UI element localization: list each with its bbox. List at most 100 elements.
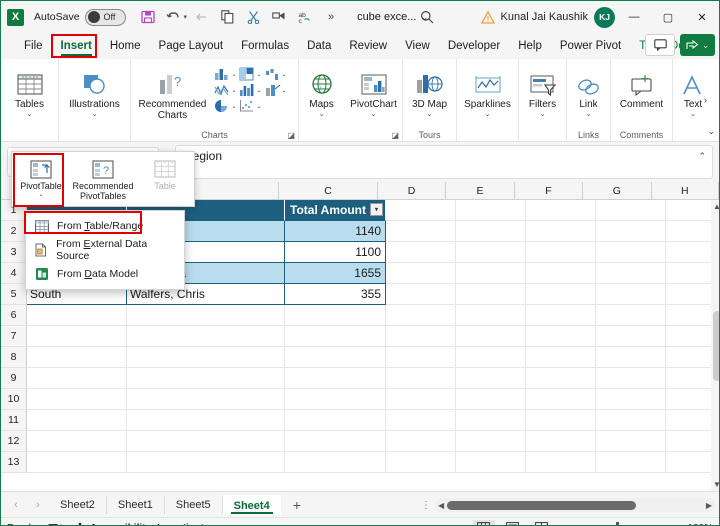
cut-icon[interactable] [241, 5, 265, 29]
cell[interactable] [127, 431, 285, 452]
cell[interactable] [27, 389, 127, 410]
cell[interactable] [526, 242, 596, 263]
scroll-up-icon[interactable]: ▲ [713, 202, 719, 211]
sheet-tab-sheet4[interactable]: Sheet4 [223, 495, 281, 515]
horizontal-scrollbar[interactable]: ◀ ▶ [435, 498, 715, 512]
cell[interactable] [456, 410, 526, 431]
cell[interactable] [526, 410, 596, 431]
sheet-tab-sheet1[interactable]: Sheet1 [107, 496, 165, 514]
chevron-down-icon[interactable]: ⌄ [256, 87, 261, 94]
spelling-icon[interactable]: abc [293, 5, 317, 29]
row-header[interactable]: 13 [1, 452, 27, 473]
cell[interactable] [386, 221, 456, 242]
cell[interactable] [386, 242, 456, 263]
cell[interactable] [285, 347, 386, 368]
cell[interactable] [596, 431, 666, 452]
cell[interactable] [386, 368, 456, 389]
chevron-down-icon[interactable]: ⌄ [282, 71, 287, 78]
tab-file[interactable]: File [15, 37, 52, 55]
zoom-out-button[interactable]: − [560, 521, 567, 526]
page-break-view-button[interactable] [531, 520, 553, 526]
bar-chart-button[interactable]: ⌄ [239, 83, 261, 97]
maximize-button[interactable]: ▢ [651, 1, 685, 33]
tab-view[interactable]: View [396, 37, 439, 55]
cell[interactable] [127, 326, 285, 347]
text-button[interactable]: Text ⌄ [674, 63, 712, 118]
cell[interactable] [526, 452, 596, 473]
copy-icon[interactable] [215, 5, 239, 29]
line-chart-button[interactable]: ⌄ [214, 83, 236, 97]
cell[interactable] [27, 347, 127, 368]
cell[interactable] [27, 305, 127, 326]
filters-button[interactable]: Filters ⌄ [520, 63, 566, 118]
charts-dialog-launcher[interactable]: ◪ [287, 131, 295, 140]
cell[interactable] [596, 305, 666, 326]
scroll-down-icon[interactable]: ▼ [713, 480, 719, 489]
comments-button[interactable] [645, 34, 675, 56]
cell[interactable] [526, 200, 596, 221]
cell[interactable] [27, 452, 127, 473]
cell[interactable] [526, 431, 596, 452]
cell[interactable] [456, 221, 526, 242]
illustrations-button[interactable]: Illustrations ⌄ [61, 63, 129, 118]
cell[interactable] [596, 452, 666, 473]
cell[interactable] [285, 389, 386, 410]
recommended-pivottables-button[interactable]: ? Recommended PivotTables [70, 152, 136, 206]
cell[interactable] [526, 347, 596, 368]
expand-formula-bar-icon[interactable]: ⌃ [698, 151, 706, 162]
cell[interactable] [456, 263, 526, 284]
row-header[interactable]: 8 [1, 347, 27, 368]
cell[interactable] [285, 452, 386, 473]
filter-dropdown-icon[interactable]: ▾ [370, 203, 383, 216]
close-button[interactable]: ✕ [685, 1, 719, 33]
chevron-down-icon[interactable]: ⌄ [92, 111, 98, 118]
scatter-chart-button[interactable]: ⌄ [239, 99, 261, 113]
search-icon[interactable] [417, 7, 437, 27]
cell[interactable] [27, 326, 127, 347]
cell[interactable] [526, 389, 596, 410]
tab-page-layout[interactable]: Page Layout [150, 37, 233, 55]
chevron-down-icon[interactable]: ⌄ [485, 111, 491, 118]
row-header[interactable]: 2 [1, 221, 27, 242]
chevron-down-icon[interactable]: ⌄ [231, 87, 236, 94]
column-header-c[interactable]: C [279, 182, 378, 200]
pivottable-button[interactable]: PivotTable ⌄ [12, 152, 70, 206]
row-header[interactable]: 11 [1, 410, 27, 431]
cell[interactable] [526, 263, 596, 284]
3d-map-button[interactable]: 3D Map ⌄ [404, 63, 456, 118]
cell[interactable] [596, 200, 666, 221]
row-header[interactable]: 4 [1, 263, 27, 284]
ribbon-collapse-icon[interactable]: ⌄ [707, 126, 715, 137]
chevron-down-icon[interactable]: ⌄ [256, 103, 261, 110]
cell[interactable] [386, 452, 456, 473]
cell[interactable] [285, 305, 386, 326]
cell[interactable] [127, 347, 285, 368]
column-header-g[interactable]: G [583, 182, 651, 200]
cell[interactable] [386, 431, 456, 452]
maps-dialog-launcher[interactable]: ◪ [391, 131, 399, 140]
chevron-down-icon[interactable]: ⌄ [540, 111, 546, 118]
cell[interactable] [526, 284, 596, 305]
cell[interactable] [596, 347, 666, 368]
formula-input[interactable]: Region ⌃ [175, 145, 713, 179]
add-sheet-button[interactable]: + [281, 497, 313, 513]
share-button[interactable]: ⌄ [680, 34, 715, 56]
cell[interactable] [596, 368, 666, 389]
sparklines-button[interactable]: Sparklines ⌄ [458, 63, 518, 118]
sheet-options-icon[interactable]: ⋮ [421, 500, 431, 511]
cell[interactable] [596, 242, 666, 263]
comment-button[interactable]: Comment [612, 63, 672, 110]
hscroll-thumb[interactable] [447, 501, 636, 510]
cell[interactable] [456, 284, 526, 305]
cell[interactable] [596, 221, 666, 242]
cell[interactable] [456, 452, 526, 473]
column-chart-button[interactable]: ⌄ [214, 67, 236, 81]
autosave-toggle[interactable]: Off [85, 9, 126, 26]
waterfall-chart-button[interactable]: ⌄ [265, 67, 287, 81]
combo-chart-button[interactable]: ⌄ [265, 83, 287, 97]
pivotchart-button[interactable]: PivotChart ⌄ [345, 63, 403, 118]
chevron-down-icon[interactable]: ⌄ [38, 191, 43, 198]
cell[interactable] [127, 389, 285, 410]
cell[interactable] [27, 368, 127, 389]
tab-developer[interactable]: Developer [439, 37, 509, 55]
